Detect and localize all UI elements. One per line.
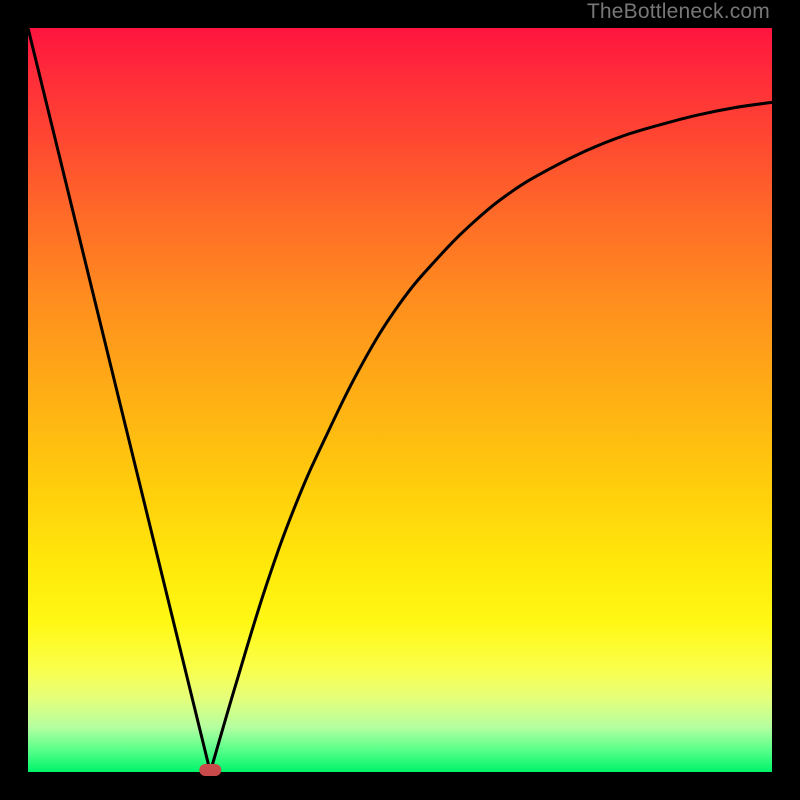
curve-group (28, 28, 772, 776)
plot-area (28, 28, 772, 772)
curve-svg (28, 28, 772, 772)
minimum-marker (199, 764, 221, 776)
watermark-text: TheBottleneck.com (587, 0, 770, 24)
chart-frame: TheBottleneck.com (0, 0, 800, 800)
curve-line (28, 28, 772, 772)
